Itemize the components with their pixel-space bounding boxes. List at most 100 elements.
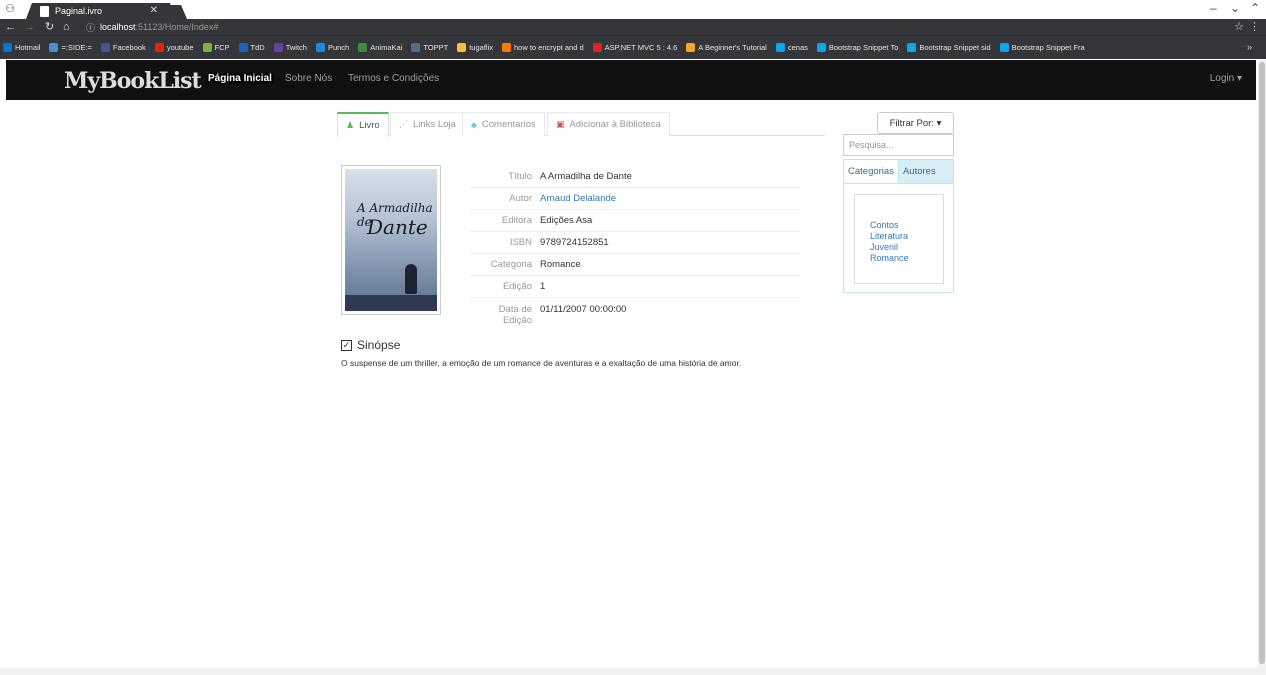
bookmark-label: FCP — [214, 43, 230, 52]
bookmark-favicon-icon — [907, 43, 917, 52]
bookmark-favicon-icon — [273, 43, 283, 52]
bookmark-item[interactable]: cenas — [775, 43, 808, 52]
detail-row: Data de Edição 01/11/2007 00:00:00 — [470, 297, 800, 331]
home-icon[interactable]: ⌂ — [63, 20, 70, 34]
bookmark-item[interactable]: TOPPT — [411, 43, 448, 52]
bookmark-item[interactable]: Facebook — [100, 43, 146, 52]
bookmark-item[interactable]: Hotmail — [3, 43, 40, 52]
synopsis-title: Sinópse — [357, 338, 401, 352]
category-link[interactable]: Literatura — [870, 231, 943, 242]
bookmark-favicon-icon — [411, 43, 421, 52]
browser-tab[interactable]: Paginal.ivro ✕ — [26, 3, 176, 19]
bookmark-label: Punch — [327, 43, 350, 52]
bookmark-label: how to encrypt and d — [513, 43, 584, 52]
bookmark-item[interactable]: Bootstrap Snippet Fra — [999, 43, 1085, 52]
bookmark-favicon-icon — [999, 43, 1009, 52]
bookmark-label: AnimaKai — [370, 43, 403, 52]
tab-adicionar-biblioteca[interactable]: ▣ Adicionar à Biblioteca — [547, 112, 670, 136]
nav-about[interactable]: Sobre Nós — [285, 73, 332, 84]
tab-categorias[interactable]: Categorias — [844, 160, 899, 183]
bookmark-item[interactable]: how to encrypt and d — [501, 43, 584, 52]
bookmark-item[interactable]: ASP.NET MVC 5 : 4.6 — [592, 43, 677, 52]
book-tabs: ♟ Livro ⋰ Links Loja ♣ Comentarios ▣ Adi… — [337, 112, 825, 137]
minimize-icon[interactable]: – — [1210, 1, 1217, 15]
detail-value: A Armadilha de Dante — [540, 170, 632, 182]
bookmark-item[interactable]: tugaflix — [457, 43, 493, 52]
rss-icon: ⋰ — [399, 119, 408, 129]
bookmark-label: tugaflix — [469, 43, 493, 52]
bookmark-star-icon[interactable]: ☆ — [1234, 20, 1244, 33]
url-field[interactable]: ⓘ localhost:51123/Home/Index# — [86, 20, 218, 34]
bookmark-item[interactable]: A Beginner's Tutorial — [686, 43, 767, 52]
bookmarks-bar: Hotmail =:SIDE:= Facebook youtube FCP TdD Twit… — [0, 35, 1266, 59]
nav-home[interactable]: Página Inicial — [206, 73, 274, 84]
back-icon[interactable]: ← — [5, 20, 16, 34]
bookmark-item[interactable]: Punch — [315, 43, 350, 52]
bookmark-item[interactable]: Bootstrap Snippet To — [816, 43, 899, 52]
bookmark-label: Bootstrap Snippet Fra — [1011, 43, 1085, 52]
bookmark-label: cenas — [787, 43, 808, 52]
bookmark-item[interactable]: AnimaKai — [358, 43, 402, 52]
bookmark-favicon-icon — [100, 43, 110, 52]
url-path: :51123/Home/Index# — [135, 22, 219, 32]
more-bookmarks-icon[interactable]: » — [1247, 42, 1252, 52]
site-navbar: MyBookList Página Inicial Sobre Nós Term… — [6, 60, 1256, 100]
detail-key: Data de Edição — [498, 304, 532, 326]
bookmark-favicon-icon — [686, 43, 696, 52]
bookmark-label: youtube — [166, 43, 194, 52]
bookmark-label: TdD — [250, 43, 265, 52]
detail-row: Categoria Romance — [470, 253, 800, 275]
bookmark-label: Hotmail — [15, 43, 41, 52]
brand-logo[interactable]: MyBookList — [64, 68, 202, 94]
filter-panel-tabs: Categorias Autores — [844, 160, 953, 184]
bookmark-label: Bootstrap Snippet sid — [919, 43, 991, 52]
chevron-up-icon[interactable]: ⌃ — [1250, 1, 1260, 15]
category-link[interactable]: Romance — [870, 253, 943, 264]
bookmark-label: Facebook — [112, 43, 146, 52]
nav-terms[interactable]: Termos e Condições — [348, 73, 439, 84]
tab-autores[interactable]: Autores — [899, 160, 940, 183]
category-link[interactable]: Juvenil — [870, 242, 943, 253]
bookmark-favicon-icon — [592, 43, 602, 52]
incognito-icon: ⚇ — [5, 3, 15, 15]
bookmark-label: Bootstrap Snippet To — [828, 43, 899, 52]
author-link[interactable]: Arnaud Delalande — [540, 193, 616, 204]
info-icon: ⓘ — [86, 22, 96, 33]
close-tab-icon[interactable]: ✕ — [150, 5, 158, 16]
filter-dropdown[interactable]: Filtrar Por: ▾ — [877, 112, 954, 134]
tab-label: Comentarios — [481, 119, 536, 130]
bookmark-label: TOPPT — [423, 43, 449, 52]
detail-key: Autor — [509, 193, 532, 204]
bookmark-item[interactable]: Bootstrap Snippet sid — [907, 43, 991, 52]
tab-comentarios[interactable]: ♣ Comentarios — [462, 112, 545, 136]
detail-row: Título A Armadilha de Dante — [470, 165, 800, 187]
category-link[interactable]: Contos — [870, 220, 943, 231]
bookmark-item[interactable]: TdD — [238, 43, 265, 52]
synopsis-text: O suspense de um thriller, a emoção de u… — [341, 358, 742, 368]
book-cover-image: A Armadilha de Dante — [345, 169, 437, 311]
vertical-scrollbar[interactable] — [1259, 62, 1265, 664]
detail-key: Título — [508, 170, 532, 182]
search-input[interactable] — [843, 134, 954, 156]
login-dropdown[interactable]: Login ▾ — [1210, 73, 1242, 84]
cover-title-line-2: Dante — [367, 215, 428, 239]
forward-icon[interactable]: → — [24, 20, 35, 34]
bookmark-item[interactable]: =:SIDE:= — [49, 43, 92, 52]
detail-value: 01/11/2007 00:00:00 — [540, 304, 627, 315]
detail-key: Edição — [502, 281, 532, 292]
bookmark-item[interactable]: FCP — [202, 43, 230, 52]
bookmark-item[interactable]: Twitch — [273, 43, 307, 52]
tab-links-loja[interactable]: ⋰ Links Loja — [390, 112, 465, 136]
bookmark-favicon-icon — [49, 43, 59, 52]
filter-panel: Categorias Autores Contos Literatura Juven… — [843, 159, 954, 293]
tab-livro[interactable]: ♟ Livro — [337, 112, 389, 137]
detail-value: 1 — [540, 281, 546, 292]
restore-icon[interactable]: ⌄ — [1230, 1, 1240, 15]
menu-icon[interactable]: ⋮ — [1249, 20, 1260, 33]
bookmark-favicon-icon — [315, 43, 325, 52]
horizontal-scrollbar[interactable] — [0, 668, 1266, 675]
detail-row: Editora Edições Asa — [470, 209, 800, 231]
bookmark-favicon-icon — [202, 43, 212, 52]
reload-icon[interactable]: ↻ — [45, 20, 54, 34]
bookmark-item[interactable]: youtube — [154, 43, 194, 52]
